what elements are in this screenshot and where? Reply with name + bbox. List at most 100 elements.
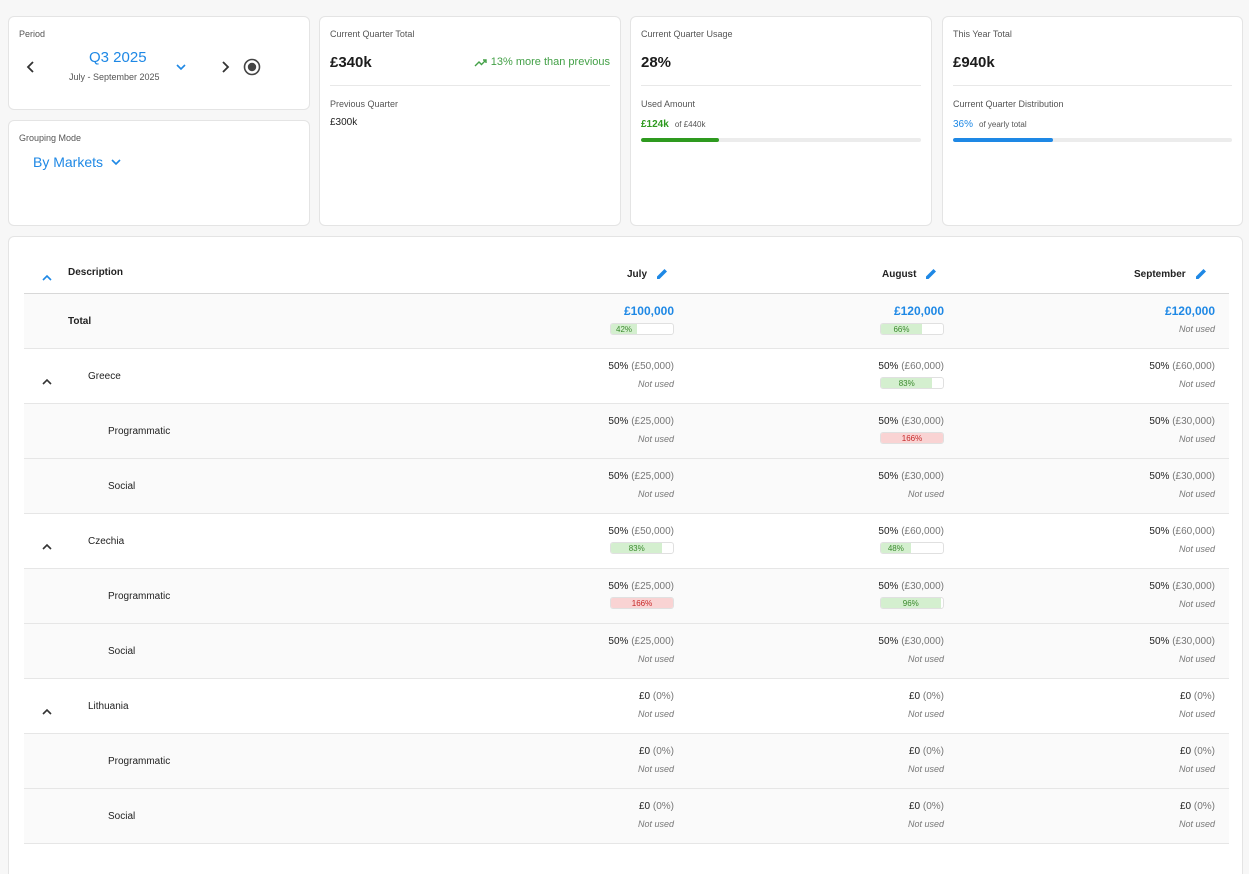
period-range: July - September 2025 (69, 72, 160, 82)
cell-amount: £100,000 (624, 304, 674, 318)
month-cell: £120,000 66% (880, 304, 944, 335)
row-label: Social (108, 646, 136, 657)
cell-amount-value: 50% (878, 581, 899, 592)
divider (641, 85, 921, 86)
cell-amount-detail: (£25,000) (631, 636, 674, 647)
table-row[interactable]: Czechia 50% (£50,000) 83% 50% (£60,000) 48% 5… (24, 514, 1229, 569)
quarter-total-label: Current Quarter Total (330, 29, 415, 39)
usage-badge: 166% (880, 432, 944, 444)
edit-icon[interactable] (924, 267, 938, 281)
cell-amount-value: £0 (908, 691, 921, 702)
cell-amount-detail: (0%) (652, 746, 674, 757)
cell-amount-detail: (£30,000) (901, 416, 944, 427)
cell-amount-detail: (£60,000) (901, 526, 944, 537)
header-month-august: August (882, 267, 938, 281)
month-cell: 50% (£30,000) Not used (1149, 581, 1215, 609)
cell-amount-detail: (£30,000) (1172, 471, 1215, 482)
cell-amount-value: 50% (878, 526, 899, 537)
quarter-usage-label: Current Quarter Usage (641, 29, 733, 39)
row-collapse-button[interactable] (42, 537, 52, 555)
period-quarter[interactable]: Q3 2025 (89, 49, 147, 66)
cell-amount-detail: (£25,000) (631, 471, 674, 482)
cell-amount-value: £100,000 (623, 304, 674, 318)
cell-amount: 50% (£60,000) (878, 361, 944, 372)
cell-amount-value: £0 (908, 801, 921, 812)
used-amount-value: £124k (641, 119, 669, 130)
cell-amount: 50% (£30,000) (878, 471, 944, 482)
usage-progress-bar (641, 138, 921, 142)
row-label: Total (68, 316, 92, 327)
usage-badge: 83% (880, 377, 944, 389)
cell-amount-value: 50% (878, 471, 899, 482)
chevron-down-icon (176, 63, 186, 70)
grouping-select[interactable]: By Markets (33, 154, 121, 170)
cell-amount-value: 50% (608, 636, 629, 647)
month-cell: 50% (£25,000) Not used (608, 471, 674, 499)
edit-icon[interactable] (1194, 267, 1208, 281)
cell-amount-value: 50% (878, 416, 899, 427)
chevron-up-icon (42, 274, 52, 281)
row-label: Social (108, 811, 136, 822)
cell-amount-detail: (0%) (1193, 801, 1215, 812)
cell-amount-value: 50% (878, 636, 899, 647)
month-cell: £0 (0%) Not used (1179, 801, 1215, 829)
cell-amount-value: 50% (1149, 416, 1170, 427)
cell-amount-detail: (£60,000) (901, 361, 944, 372)
table-row[interactable]: Greece 50% (£50,000) Not used 50% (£60,000)… (24, 349, 1229, 404)
cell-amount: 50% (£25,000) (608, 471, 674, 482)
table-header: Description July August September (24, 250, 1229, 294)
row-collapse-button[interactable] (42, 702, 52, 720)
usage-badge-text: 166% (901, 434, 923, 443)
table-body: Total £100,000 42% £120,000 66% £120,000 Not u… (24, 294, 1229, 844)
table-row: Programmatic £0 (0%) Not used £0 (0%) Not us… (24, 734, 1229, 789)
period-dropdown-button[interactable] (173, 60, 189, 74)
row-label: Greece (88, 371, 121, 382)
cell-amount-detail: (£30,000) (1172, 581, 1215, 592)
cell-note: Not used (1178, 709, 1215, 719)
quarter-usage-card: Current Quarter Usage 28% Used Amount £1… (630, 16, 932, 226)
usage-badge-text: 96% (902, 599, 919, 608)
cell-amount: 50% (£25,000) (608, 636, 674, 647)
month-cell: 50% (£60,000) Not used (1149, 526, 1215, 554)
cell-amount: £0 (0%) (639, 691, 674, 702)
cell-amount-value: 50% (608, 361, 629, 372)
prev-period-button[interactable] (23, 59, 39, 75)
cell-amount-detail: (£25,000) (631, 581, 674, 592)
month-cell: 50% (£50,000) 83% (608, 526, 674, 554)
cell-amount-detail: (0%) (1193, 746, 1215, 757)
cell-amount: 50% (£30,000) (1149, 416, 1215, 427)
distribution-value: 36% (953, 119, 974, 130)
used-amount-label: Used Amount (641, 99, 696, 109)
previous-quarter-value: £300k (330, 117, 358, 128)
cell-amount-value: £0 (638, 691, 651, 702)
next-period-button[interactable] (217, 59, 233, 75)
cell-note: Not used (1178, 764, 1215, 774)
cell-amount-detail: (£30,000) (1172, 636, 1215, 647)
collapse-all-button[interactable] (42, 268, 52, 286)
distribution: 36% of yearly total (953, 119, 1027, 130)
cell-amount-detail: (0%) (922, 746, 944, 757)
cell-amount-detail: (£30,000) (1172, 416, 1215, 427)
cell-amount: 50% (£25,000) (608, 416, 674, 427)
row-label: Programmatic (108, 756, 171, 767)
row-collapse-button[interactable] (42, 372, 52, 390)
cell-amount: 50% (£30,000) (878, 636, 944, 647)
cell-amount: 50% (£60,000) (1149, 361, 1215, 372)
year-total-label: This Year Total (953, 29, 1012, 39)
distribution-progress-fill (953, 138, 1054, 142)
table-row[interactable]: Lithuania £0 (0%) Not used £0 (0%) Not used £… (24, 679, 1229, 734)
month-cell: £0 (0%) Not used (638, 691, 674, 719)
month-cell: £120,000 Not used (1165, 304, 1215, 334)
header-month-label: August (882, 268, 917, 280)
table-row: Programmatic 50% (£25,000) 166% 50% (£30,00… (24, 569, 1229, 624)
edit-icon[interactable] (655, 267, 669, 281)
cell-amount: £0 (0%) (1180, 801, 1215, 812)
usage-badge: 42% (610, 323, 674, 335)
cell-amount-detail: (0%) (652, 801, 674, 812)
cell-amount: 50% (£30,000) (1149, 581, 1215, 592)
cell-amount-value: 50% (1149, 581, 1170, 592)
current-period-button[interactable] (242, 57, 262, 77)
row-label: Lithuania (88, 701, 129, 712)
record-icon (243, 58, 261, 76)
cell-note: Not used (1178, 324, 1215, 334)
